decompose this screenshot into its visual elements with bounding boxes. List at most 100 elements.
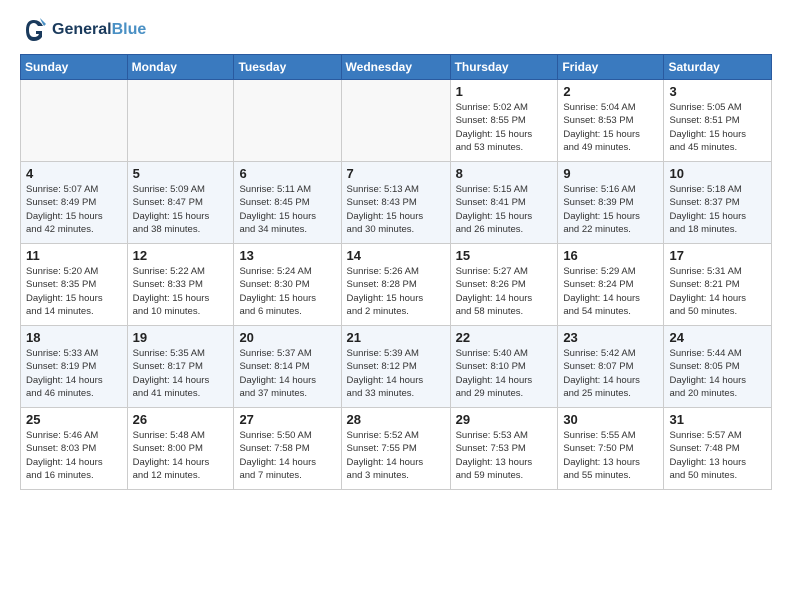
day-number: 29: [456, 412, 553, 427]
day-number: 28: [347, 412, 445, 427]
day-info: Sunrise: 5:20 AM Sunset: 8:35 PM Dayligh…: [26, 265, 122, 318]
day-number: 30: [563, 412, 658, 427]
page: GeneralBlue SundayMondayTuesdayWednesday…: [0, 0, 792, 500]
day-info: Sunrise: 5:48 AM Sunset: 8:00 PM Dayligh…: [133, 429, 229, 482]
day-info: Sunrise: 5:16 AM Sunset: 8:39 PM Dayligh…: [563, 183, 658, 236]
day-number: 24: [669, 330, 766, 345]
logo: GeneralBlue: [20, 16, 146, 44]
calendar-week-row: 25 Sunrise: 5:46 AM Sunset: 8:03 PM Dayli…: [21, 408, 772, 490]
calendar-cell: 12 Sunrise: 5:22 AM Sunset: 8:33 PM Dayli…: [127, 244, 234, 326]
day-number: 27: [239, 412, 335, 427]
calendar-cell: 19Sunrise: 5:35 AM Sunset: 8:17 PM Dayli…: [127, 326, 234, 408]
day-number: 25: [26, 412, 122, 427]
day-info: Sunrise: 5:42 AM Sunset: 8:07 PM Dayligh…: [563, 347, 658, 400]
day-info: Sunrise: 5:57 AM Sunset: 7:48 PM Dayligh…: [669, 429, 766, 482]
calendar-day-header: Friday: [558, 55, 664, 80]
day-info: Sunrise: 5:15 AM Sunset: 8:41 PM Dayligh…: [456, 183, 553, 236]
logo-text: GeneralBlue: [52, 21, 146, 39]
calendar-day-header: Monday: [127, 55, 234, 80]
day-number: 13: [239, 248, 335, 263]
calendar-cell: 22 Sunrise: 5:40 AM Sunset: 8:10 PM Dayli…: [450, 326, 558, 408]
day-info: Sunrise: 5:11 AM Sunset: 8:45 PM Dayligh…: [239, 183, 335, 236]
calendar-cell: 7 Sunrise: 5:13 AM Sunset: 8:43 PM Daylig…: [341, 162, 450, 244]
day-info: Sunrise: 5:18 AM Sunset: 8:37 PM Dayligh…: [669, 183, 766, 236]
day-number: 21: [347, 330, 445, 345]
day-info: Sunrise: 5:33 AM Sunset: 8:19 PM Dayligh…: [26, 347, 122, 400]
day-info: Sunrise: 5:46 AM Sunset: 8:03 PM Dayligh…: [26, 429, 122, 482]
day-info: Sunrise: 5:39 AM Sunset: 8:12 PM Dayligh…: [347, 347, 445, 400]
calendar-cell: 8 Sunrise: 5:15 AM Sunset: 8:41 PM Daylig…: [450, 162, 558, 244]
calendar-day-header: Tuesday: [234, 55, 341, 80]
day-number: 10: [669, 166, 766, 181]
day-number: 11: [26, 248, 122, 263]
calendar-cell: 9 Sunrise: 5:16 AM Sunset: 8:39 PM Daylig…: [558, 162, 664, 244]
calendar-cell: [234, 80, 341, 162]
day-number: 7: [347, 166, 445, 181]
calendar-cell: [21, 80, 128, 162]
day-number: 2: [563, 84, 658, 99]
calendar-cell: 4 Sunrise: 5:07 AM Sunset: 8:49 PM Daylig…: [21, 162, 128, 244]
day-info: Sunrise: 5:07 AM Sunset: 8:49 PM Dayligh…: [26, 183, 122, 236]
calendar-header-row: SundayMondayTuesdayWednesdayThursdayFrid…: [21, 55, 772, 80]
calendar-cell: 28 Sunrise: 5:52 AM Sunset: 7:55 PM Dayli…: [341, 408, 450, 490]
calendar-cell: 11 Sunrise: 5:20 AM Sunset: 8:35 PM Dayli…: [21, 244, 128, 326]
day-info: Sunrise: 5:40 AM Sunset: 8:10 PM Dayligh…: [456, 347, 553, 400]
day-number: 1: [456, 84, 553, 99]
day-info: Sunrise: 5:44 AM Sunset: 8:05 PM Dayligh…: [669, 347, 766, 400]
day-info: Sunrise: 5:26 AM Sunset: 8:28 PM Dayligh…: [347, 265, 445, 318]
day-number: 4: [26, 166, 122, 181]
day-info: Sunrise: 5:27 AM Sunset: 8:26 PM Dayligh…: [456, 265, 553, 318]
calendar-day-header: Wednesday: [341, 55, 450, 80]
day-number: 8: [456, 166, 553, 181]
day-info: Sunrise: 5:31 AM Sunset: 8:21 PM Dayligh…: [669, 265, 766, 318]
day-info: Sunrise: 5:37 AM Sunset: 8:14 PM Dayligh…: [239, 347, 335, 400]
calendar-cell: 21 Sunrise: 5:39 AM Sunset: 8:12 PM Dayli…: [341, 326, 450, 408]
calendar-cell: 25 Sunrise: 5:46 AM Sunset: 8:03 PM Dayli…: [21, 408, 128, 490]
day-number: 23: [563, 330, 658, 345]
calendar-week-row: 11 Sunrise: 5:20 AM Sunset: 8:35 PM Dayli…: [21, 244, 772, 326]
calendar-day-header: Sunday: [21, 55, 128, 80]
calendar-week-row: 4 Sunrise: 5:07 AM Sunset: 8:49 PM Daylig…: [21, 162, 772, 244]
calendar-cell: 6 Sunrise: 5:11 AM Sunset: 8:45 PM Daylig…: [234, 162, 341, 244]
calendar-cell: 31 Sunrise: 5:57 AM Sunset: 7:48 PM Dayli…: [664, 408, 772, 490]
calendar-cell: 17 Sunrise: 5:31 AM Sunset: 8:21 PM Dayli…: [664, 244, 772, 326]
day-info: Sunrise: 5:02 AM Sunset: 8:55 PM Dayligh…: [456, 101, 553, 154]
header: GeneralBlue: [20, 16, 772, 44]
calendar-cell: 3Sunrise: 5:05 AM Sunset: 8:51 PM Daylig…: [664, 80, 772, 162]
day-number: 14: [347, 248, 445, 263]
day-number: 31: [669, 412, 766, 427]
day-info: Sunrise: 5:22 AM Sunset: 8:33 PM Dayligh…: [133, 265, 229, 318]
calendar-cell: 23 Sunrise: 5:42 AM Sunset: 8:07 PM Dayli…: [558, 326, 664, 408]
day-info: Sunrise: 5:24 AM Sunset: 8:30 PM Dayligh…: [239, 265, 335, 318]
calendar-cell: 24 Sunrise: 5:44 AM Sunset: 8:05 PM Dayli…: [664, 326, 772, 408]
day-number: 12: [133, 248, 229, 263]
calendar-cell: 15 Sunrise: 5:27 AM Sunset: 8:26 PM Dayli…: [450, 244, 558, 326]
day-number: 15: [456, 248, 553, 263]
day-number: 16: [563, 248, 658, 263]
day-number: 22: [456, 330, 553, 345]
day-number: 5: [133, 166, 229, 181]
calendar-week-row: 1 Sunrise: 5:02 AM Sunset: 8:55 PM Daylig…: [21, 80, 772, 162]
day-info: Sunrise: 5:52 AM Sunset: 7:55 PM Dayligh…: [347, 429, 445, 482]
day-info: Sunrise: 5:35 AM Sunset: 8:17 PM Dayligh…: [133, 347, 229, 400]
calendar-cell: 29Sunrise: 5:53 AM Sunset: 7:53 PM Dayli…: [450, 408, 558, 490]
logo-icon: [20, 16, 48, 44]
calendar-cell: 16Sunrise: 5:29 AM Sunset: 8:24 PM Dayli…: [558, 244, 664, 326]
day-number: 6: [239, 166, 335, 181]
day-number: 9: [563, 166, 658, 181]
day-info: Sunrise: 5:13 AM Sunset: 8:43 PM Dayligh…: [347, 183, 445, 236]
day-info: Sunrise: 5:55 AM Sunset: 7:50 PM Dayligh…: [563, 429, 658, 482]
calendar-day-header: Thursday: [450, 55, 558, 80]
calendar-cell: 5Sunrise: 5:09 AM Sunset: 8:47 PM Daylig…: [127, 162, 234, 244]
calendar-cell: 14 Sunrise: 5:26 AM Sunset: 8:28 PM Dayli…: [341, 244, 450, 326]
calendar-cell: 13 Sunrise: 5:24 AM Sunset: 8:30 PM Dayli…: [234, 244, 341, 326]
calendar-day-header: Saturday: [664, 55, 772, 80]
calendar-cell: 10 Sunrise: 5:18 AM Sunset: 8:37 PM Dayli…: [664, 162, 772, 244]
day-info: Sunrise: 5:04 AM Sunset: 8:53 PM Dayligh…: [563, 101, 658, 154]
calendar: SundayMondayTuesdayWednesdayThursdayFrid…: [20, 54, 772, 490]
calendar-week-row: 18 Sunrise: 5:33 AM Sunset: 8:19 PM Dayli…: [21, 326, 772, 408]
day-number: 17: [669, 248, 766, 263]
calendar-cell: [127, 80, 234, 162]
calendar-cell: 20Sunrise: 5:37 AM Sunset: 8:14 PM Dayli…: [234, 326, 341, 408]
day-number: 18: [26, 330, 122, 345]
